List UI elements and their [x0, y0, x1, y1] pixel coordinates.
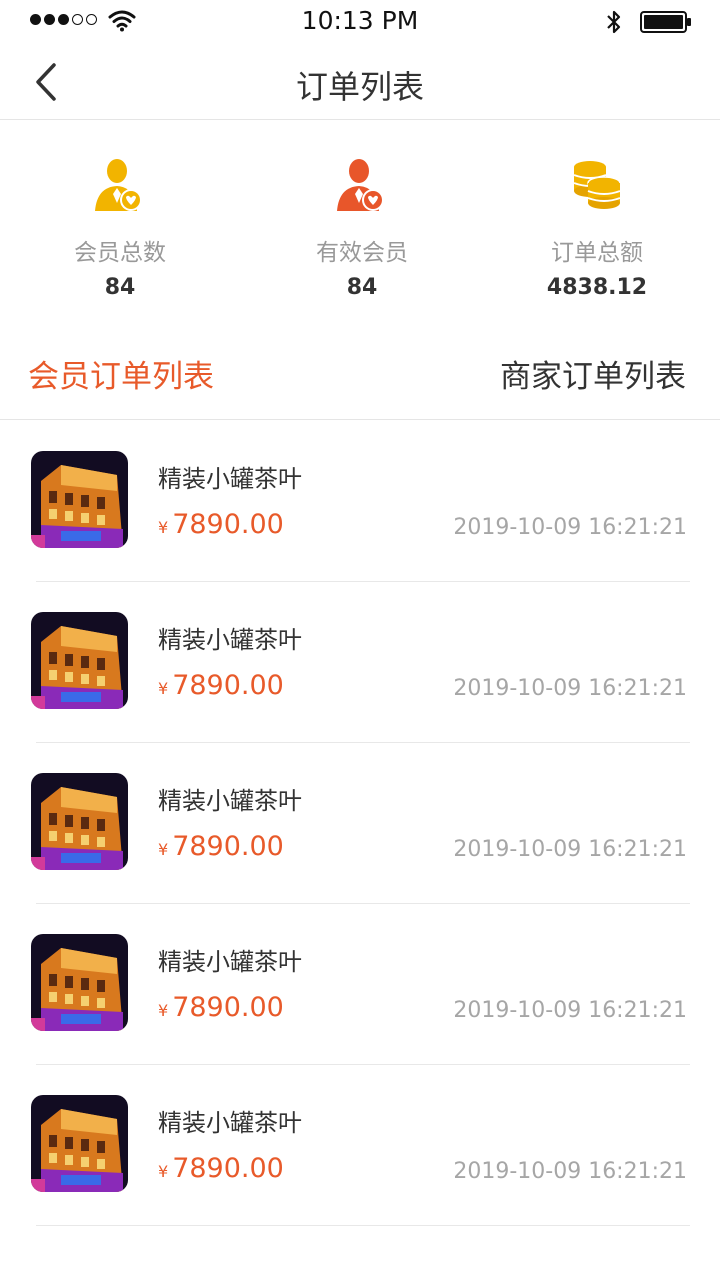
order-price: ¥7890.00: [158, 831, 284, 862]
product-name: 精装小罐茶叶: [158, 948, 302, 976]
order-time: 2019-10-09 16:21:21: [453, 998, 687, 1023]
product-name: 精装小罐茶叶: [158, 787, 302, 815]
order-price: ¥7890.00: [158, 670, 284, 701]
member-user-icon: [95, 159, 142, 211]
order-list-item[interactable]: 精装小罐茶叶 ¥7890.00 2019-10-09 16:21:21: [0, 421, 720, 582]
divider: [36, 1225, 690, 1226]
product-name: 精装小罐茶叶: [158, 626, 302, 654]
order-tabs: 会员订单列表 商家订单列表: [0, 321, 720, 420]
currency-symbol: ¥: [158, 1162, 169, 1181]
currency-symbol: ¥: [158, 679, 169, 698]
order-time: 2019-10-09 16:21:21: [453, 515, 687, 540]
order-list-item[interactable]: 精装小罐茶叶 ¥7890.00 2019-10-09 16:21:21: [0, 1065, 720, 1226]
order-time: 2019-10-09 16:21:21: [453, 837, 687, 862]
currency-symbol: ¥: [158, 1001, 169, 1020]
order-price: ¥7890.00: [158, 509, 284, 540]
status-bar: 10:13 PM: [0, 0, 720, 42]
stats-summary: 会员总数 84 有效会员 84 订单总额 4838.12: [0, 121, 720, 321]
order-price: ¥7890.00: [158, 992, 284, 1023]
price-amount: 7890.00: [172, 992, 284, 1023]
order-list-item[interactable]: 精装小罐茶叶 ¥7890.00 2019-10-09 16:21:21: [0, 582, 720, 743]
product-thumbnail: [31, 451, 128, 548]
order-list: 精装小罐茶叶 ¥7890.00 2019-10-09 16:21:21 精装小罐…: [0, 421, 720, 1226]
price-amount: 7890.00: [172, 509, 284, 540]
currency-symbol: ¥: [158, 518, 169, 537]
stat-label: 有效会员: [316, 240, 408, 266]
valid-member-icon: [337, 159, 384, 211]
currency-symbol: ¥: [158, 840, 169, 859]
tab-merchant-orders[interactable]: 商家订单列表: [500, 351, 686, 396]
price-amount: 7890.00: [172, 831, 284, 862]
order-time: 2019-10-09 16:21:21: [453, 676, 687, 701]
product-thumbnail: [31, 934, 128, 1031]
tab-member-orders[interactable]: 会员订单列表: [28, 351, 214, 396]
product-thumbnail: [31, 1095, 128, 1192]
price-amount: 7890.00: [172, 1153, 284, 1184]
order-price: ¥7890.00: [158, 1153, 284, 1184]
bluetooth-icon: [607, 10, 621, 34]
order-list-item[interactable]: 精装小罐茶叶 ¥7890.00 2019-10-09 16:21:21: [0, 904, 720, 1065]
product-name: 精装小罐茶叶: [158, 1109, 302, 1137]
coins-icon: [573, 161, 621, 209]
order-time: 2019-10-09 16:21:21: [453, 1159, 687, 1184]
order-list-item[interactable]: 精装小罐茶叶 ¥7890.00 2019-10-09 16:21:21: [0, 743, 720, 904]
product-thumbnail: [31, 612, 128, 709]
stat-label: 订单总额: [551, 240, 643, 266]
product-name: 精装小罐茶叶: [158, 465, 302, 493]
nav-bar: 订单列表: [0, 42, 720, 120]
product-thumbnail: [31, 773, 128, 870]
stat-label: 会员总数: [74, 240, 166, 266]
battery-icon: [640, 11, 691, 33]
page-title: 订单列表: [295, 68, 424, 106]
stat-value: 84: [346, 275, 378, 300]
stat-value: 84: [104, 275, 136, 300]
price-amount: 7890.00: [172, 670, 284, 701]
stat-value: 4838.12: [546, 275, 648, 300]
